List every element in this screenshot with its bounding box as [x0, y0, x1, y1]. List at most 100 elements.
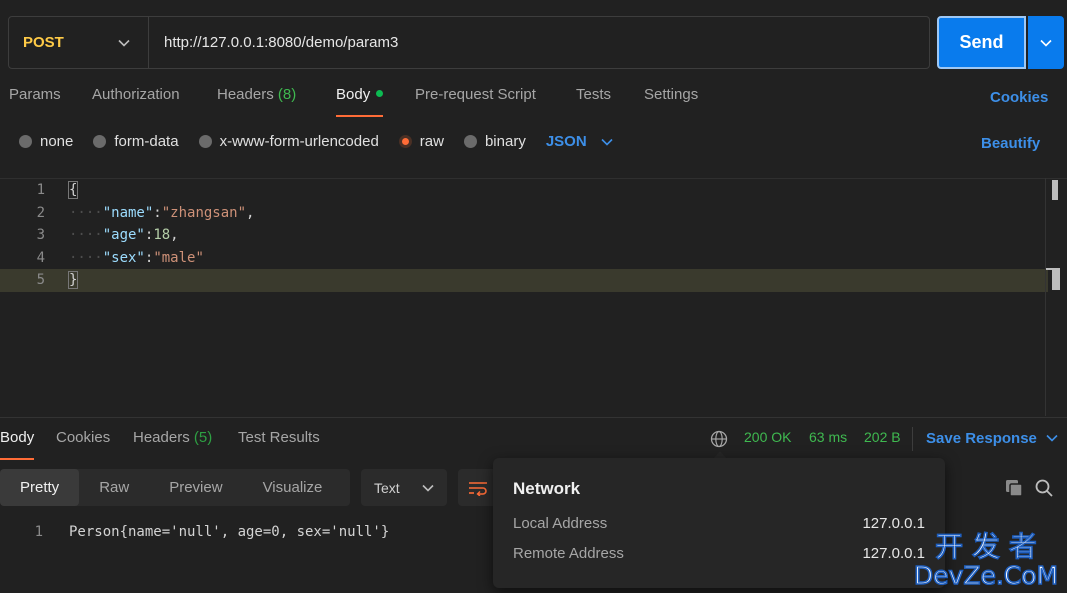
- format-select-label: JSON: [545, 133, 587, 150]
- view-visualize[interactable]: Visualize: [243, 469, 343, 506]
- editor-line: 3 ····"age":18,: [0, 224, 1048, 247]
- response-format-label: Text: [374, 479, 400, 496]
- radio-none-label: none: [40, 133, 74, 150]
- tab-body-label: Body: [336, 86, 371, 103]
- radio-raw-label: raw: [419, 133, 444, 150]
- json-value: "zhangsan": [161, 204, 247, 221]
- editor-line: 1 {: [0, 179, 1048, 202]
- chevron-down-icon: [118, 39, 130, 47]
- resp-tab-headers-label: Headers: [133, 429, 190, 446]
- method-select[interactable]: POST: [9, 17, 149, 68]
- response-time[interactable]: 63 ms: [809, 429, 847, 445]
- tab-params[interactable]: Params: [9, 86, 61, 110]
- network-popover: Network Local Address 127.0.0.1 Remote A…: [493, 458, 945, 588]
- response-body-line: 1 Person{name='null', age=0, sex='null'}: [0, 522, 390, 542]
- cookies-link[interactable]: Cookies: [990, 89, 1048, 106]
- resp-tab-cookies[interactable]: Cookies: [56, 429, 110, 453]
- globe-icon[interactable]: [709, 429, 729, 449]
- beautify-button[interactable]: Beautify: [981, 135, 1040, 152]
- remote-address-label: Remote Address: [513, 545, 624, 562]
- code-text: {: [67, 181, 79, 200]
- url-input[interactable]: http://127.0.0.1:8080/demo/param3: [149, 17, 398, 68]
- radio-circle-selected: [398, 135, 412, 148]
- view-mode-group: Pretty Raw Preview Visualize: [0, 469, 350, 506]
- radio-raw[interactable]: raw: [398, 133, 444, 150]
- tab-pre-request-script[interactable]: Pre-request Script: [415, 86, 536, 110]
- local-address-row: Local Address 127.0.0.1: [513, 515, 925, 532]
- line-number: 5: [36, 272, 45, 289]
- view-raw[interactable]: Raw: [79, 469, 149, 506]
- code-text: ····"sex":"male": [69, 250, 204, 266]
- radio-circle: [93, 135, 107, 148]
- format-select[interactable]: JSON: [546, 133, 613, 150]
- view-pretty[interactable]: Pretty: [0, 469, 80, 506]
- pane-divider[interactable]: [0, 417, 1067, 418]
- local-address-label: Local Address: [513, 515, 608, 532]
- body-type-group: none form-data x-www-form-urlencoded raw…: [19, 133, 613, 150]
- resp-headers-count: (5): [193, 429, 213, 446]
- resp-tab-test-results[interactable]: Test Results: [238, 429, 320, 453]
- wrap-lines-button[interactable]: [458, 469, 498, 506]
- tab-headers[interactable]: Headers (8): [217, 86, 296, 110]
- json-value: 18: [153, 227, 171, 244]
- headers-count: (8): [277, 86, 297, 103]
- copy-icon[interactable]: [1003, 477, 1025, 499]
- editor-line-current: 5 }: [0, 269, 1048, 292]
- resp-tab-body[interactable]: Body: [0, 429, 35, 460]
- request-body-editor[interactable]: 1 { 2 ····"name":"zhangsan", 3 ····"age"…: [0, 178, 1067, 416]
- open-brace: {: [67, 181, 79, 200]
- tab-body[interactable]: Body: [336, 86, 384, 117]
- chevron-down-icon: [1040, 39, 1052, 47]
- line-number: 3: [36, 227, 45, 244]
- editor-line: 4 ····"sex":"male": [0, 247, 1048, 270]
- radio-form-data[interactable]: form-data: [93, 133, 179, 150]
- resp-tab-headers[interactable]: Headers (5): [133, 429, 212, 453]
- devze-watermark-logo: 开 发 者 DevZe.CoM: [913, 529, 1059, 590]
- status-code[interactable]: 200 OK: [744, 429, 791, 445]
- indent-marker: ····: [69, 249, 103, 266]
- body-indicator-dot: [376, 90, 384, 97]
- tab-tests[interactable]: Tests: [576, 86, 611, 110]
- send-button[interactable]: Send: [937, 16, 1026, 69]
- radio-urlencoded[interactable]: x-www-form-urlencoded: [198, 133, 379, 150]
- radio-circle: [463, 135, 477, 148]
- code-text: ····"name":"zhangsan",: [69, 205, 254, 221]
- tab-headers-label: Headers: [217, 86, 274, 103]
- chevron-down-icon[interactable]: [1046, 434, 1058, 442]
- editor-cursor-marker: [1046, 268, 1060, 270]
- json-comma: ,: [246, 204, 255, 221]
- request-bar: POST http://127.0.0.1:8080/demo/param3: [8, 16, 930, 69]
- radio-binary-label: binary: [484, 133, 526, 150]
- radio-form-data-label: form-data: [114, 133, 179, 150]
- watermark-bottom-text: DevZe.CoM: [914, 561, 1058, 590]
- radio-binary[interactable]: binary: [463, 133, 526, 150]
- radio-circle: [198, 135, 212, 148]
- editor-scroll-marker: [1052, 268, 1060, 290]
- tab-authorization[interactable]: Authorization: [92, 86, 180, 110]
- response-format-select[interactable]: Text: [361, 469, 447, 506]
- json-key: "sex": [102, 249, 145, 266]
- code-text: }: [67, 271, 79, 290]
- editor-line: 2 ····"name":"zhangsan",: [0, 202, 1048, 225]
- response-body-text[interactable]: Person{name='null', age=0, sex='null'}: [69, 524, 389, 540]
- search-icon[interactable]: [1033, 477, 1055, 499]
- save-response-button[interactable]: Save Response: [926, 430, 1037, 447]
- json-colon: :: [153, 204, 162, 221]
- response-size[interactable]: 202 B: [864, 429, 901, 445]
- editor-scrollbar[interactable]: [1052, 180, 1058, 200]
- send-options-button[interactable]: [1028, 16, 1064, 69]
- json-value: "male": [153, 249, 204, 266]
- line-number: 2: [36, 204, 45, 221]
- popover-title: Network: [513, 479, 581, 498]
- view-preview[interactable]: Preview: [149, 469, 242, 506]
- radio-none[interactable]: none: [19, 133, 73, 150]
- watermark-top-text: 开 发 者: [935, 530, 1037, 563]
- indent-marker: ····: [69, 204, 103, 221]
- wrap-icon: [469, 481, 487, 496]
- line-number: 1: [34, 524, 43, 540]
- json-key: "name": [102, 204, 154, 221]
- chevron-down-icon: [422, 484, 434, 492]
- tab-settings[interactable]: Settings: [644, 86, 698, 110]
- status-divider: [912, 427, 913, 451]
- remote-address-row: Remote Address 127.0.0.1: [513, 545, 925, 562]
